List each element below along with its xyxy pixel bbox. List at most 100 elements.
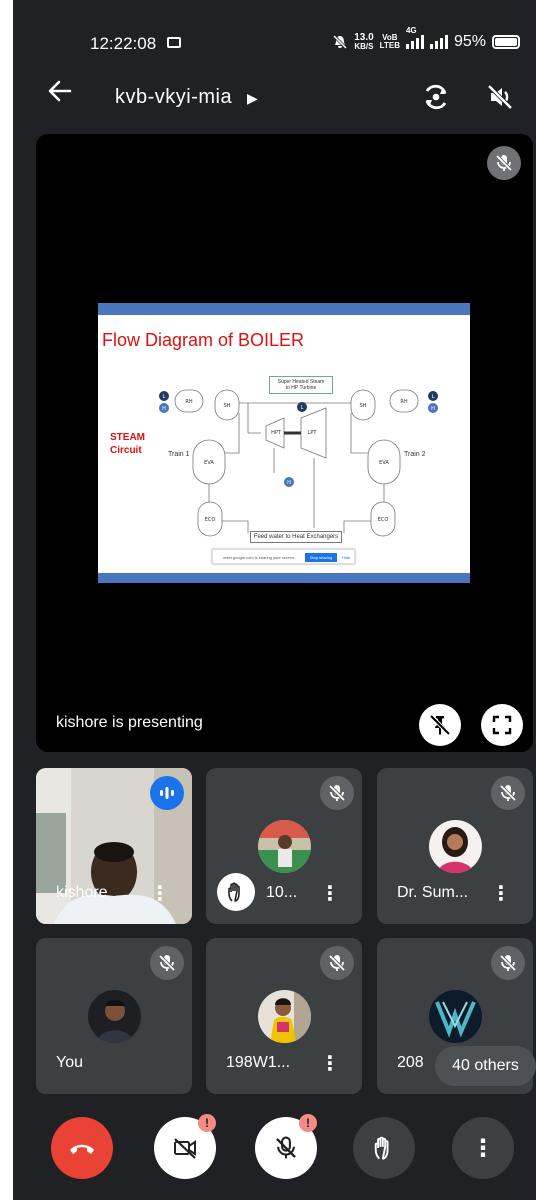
avatar xyxy=(88,990,141,1043)
mute-notifications-icon xyxy=(333,34,348,50)
avatar xyxy=(429,990,482,1043)
hand-icon xyxy=(228,882,240,902)
more-vert-icon[interactable]: ⋮ xyxy=(320,884,340,904)
meeting-code[interactable]: kvb-vkyi-mia xyxy=(115,86,232,109)
audio-level-icon xyxy=(160,787,174,799)
camera-alert-badge: ! xyxy=(198,1114,216,1132)
l-marker-center: L xyxy=(301,405,304,411)
network-label: 4G xyxy=(405,26,417,35)
switch-camera-icon xyxy=(425,84,447,110)
super-heated-box: Super Heated Steam to HP Turbine xyxy=(269,376,333,394)
eva-left-label: EVA xyxy=(204,460,214,466)
mic-off-icon xyxy=(328,784,346,802)
l-marker-left: L xyxy=(163,394,166,400)
camera-off-icon xyxy=(174,1138,196,1159)
others-button[interactable]: 40 others xyxy=(435,1046,536,1086)
call-controls: ! ! ⋮ xyxy=(13,1100,536,1200)
more-vert-icon[interactable]: ⋮ xyxy=(150,884,170,904)
share-notice-text: meet.google.com is sharing your screen. xyxy=(223,555,296,560)
participant-name: Dr. Sum... xyxy=(397,884,469,901)
eco-right-label: ECO xyxy=(378,517,389,523)
battery-percent: 95% xyxy=(453,33,486,50)
avatar xyxy=(429,820,482,873)
eco-left-label: ECO xyxy=(205,517,216,523)
switch-camera-button[interactable] xyxy=(419,80,453,114)
avatar-photo xyxy=(88,990,141,1043)
presentation-tile[interactable]: Flow Diagram of BOILER STEAM Circuit L H… xyxy=(36,134,533,752)
volte: VoB LTEB xyxy=(380,34,400,50)
unpin-icon xyxy=(429,714,451,736)
presentation-mic-status xyxy=(487,146,521,180)
rh-right-label: RH xyxy=(400,399,407,405)
l-marker-right: L xyxy=(432,394,435,400)
train-1-label: Train 1 xyxy=(168,451,190,458)
signal-2-icon xyxy=(429,35,448,49)
participant-tile-you[interactable]: You xyxy=(36,938,192,1094)
top-bar: kvb-vkyi-mia ▶ xyxy=(13,60,536,132)
participant-name: kishore xyxy=(56,884,108,901)
h-marker-right: H xyxy=(431,406,435,412)
avatar-photo xyxy=(258,820,311,873)
mic-off-status xyxy=(320,776,354,810)
caret-right-icon[interactable]: ▶ xyxy=(247,90,258,107)
rh-left-label: RH xyxy=(185,399,192,405)
participant-tile-5[interactable]: 198W1... ⋮ xyxy=(206,938,362,1094)
mic-off-status xyxy=(491,776,525,810)
speaking-indicator xyxy=(150,776,184,810)
battery-icon xyxy=(492,35,520,49)
mic-off-icon xyxy=(158,954,176,972)
back-button[interactable] xyxy=(47,78,73,111)
participant-tile-2[interactable]: 10... ⋮ xyxy=(206,768,362,924)
mic-off-status xyxy=(491,946,525,980)
mic-off-status xyxy=(150,946,184,980)
sh-left-label: SH xyxy=(224,403,231,409)
network-type: 4G xyxy=(405,26,424,49)
mic-off-icon xyxy=(495,154,513,172)
more-vert-icon[interactable]: ⋮ xyxy=(491,884,511,904)
meet-app: 12:22:08 13.0 KB/S VoB LTEB 4G 95% kvb-v… xyxy=(13,0,536,1200)
more-options-button[interactable]: ⋮ xyxy=(452,1117,514,1179)
h-marker-center: H xyxy=(287,480,291,486)
sh-right-label: SH xyxy=(360,403,367,409)
speaker-off-icon xyxy=(487,84,513,110)
more-vert-icon[interactable]: ⋮ xyxy=(320,1054,340,1074)
mic-off-icon xyxy=(328,954,346,972)
participant-name: 208 xyxy=(397,1054,424,1071)
camera-button[interactable]: ! xyxy=(154,1114,216,1179)
speaker-button[interactable] xyxy=(483,80,517,114)
avatar xyxy=(258,820,311,873)
mic-off-status xyxy=(320,946,354,980)
participant-tile-kishore[interactable]: kishore ⋮ xyxy=(36,768,192,924)
mic-button[interactable]: ! xyxy=(255,1114,317,1179)
end-call-button[interactable] xyxy=(51,1117,113,1179)
mic-off-icon xyxy=(499,954,517,972)
stop-sharing-button: Stop sharing xyxy=(305,553,337,562)
volte-bottom: LTEB xyxy=(379,41,400,50)
eva-right-label: EVA xyxy=(379,460,389,466)
status-bar: 12:22:08 13.0 KB/S VoB LTEB 4G 95% xyxy=(13,0,536,60)
presenting-label: kishore is presenting xyxy=(56,714,203,731)
hand-raised-indicator xyxy=(217,873,255,911)
slide-bottom-strip xyxy=(98,573,470,583)
participant-tile-3[interactable]: Dr. Sum... ⋮ xyxy=(377,768,533,924)
screen-cast-icon xyxy=(167,37,181,48)
net-speed: 13.0 KB/S xyxy=(354,33,373,51)
participant-name: You xyxy=(56,1054,83,1071)
avatar-photo xyxy=(429,820,482,873)
participant-name: 10... xyxy=(266,884,298,901)
shared-slide: Flow Diagram of BOILER STEAM Circuit L H… xyxy=(98,303,470,583)
mic-off-icon xyxy=(499,784,517,802)
raise-hand-button[interactable] xyxy=(353,1117,415,1179)
participant-name: 198W1... xyxy=(226,1054,291,1071)
super-heated-line-2: to HP Turbine xyxy=(285,385,317,391)
signal-1-icon xyxy=(405,35,424,49)
more-vert-icon: ⋮ xyxy=(471,1134,495,1162)
fullscreen-icon xyxy=(492,715,512,735)
unpin-button[interactable] xyxy=(419,704,461,746)
arrow-left-icon xyxy=(48,80,72,102)
mic-alert-badge: ! xyxy=(299,1114,317,1132)
hand-icon xyxy=(374,1136,389,1160)
avatar-photo xyxy=(258,990,311,1043)
fullscreen-button[interactable] xyxy=(481,704,523,746)
phone-hangup-icon xyxy=(70,1144,94,1154)
